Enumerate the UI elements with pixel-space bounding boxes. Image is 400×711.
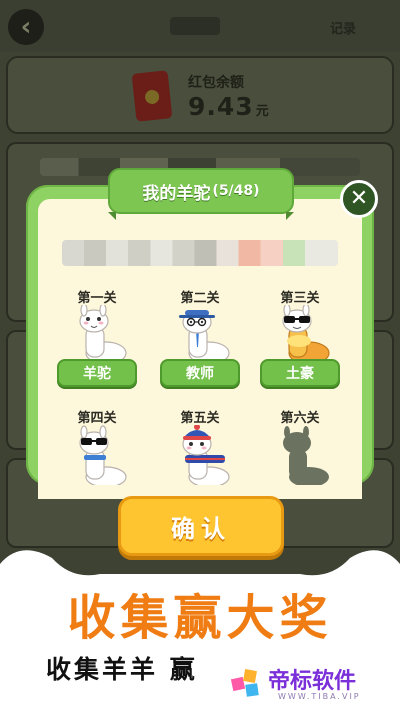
- watermark-name: 帝标软件: [268, 669, 357, 694]
- red-envelope-icon: [131, 70, 173, 122]
- level-button[interactable]: 土豪: [260, 359, 340, 387]
- level-card-1[interactable]: 第一关 羊驼: [52, 287, 142, 397]
- record-link[interactable]: 记录: [330, 18, 356, 37]
- level-card-2[interactable]: 第二关 教师: [155, 287, 245, 397]
- level-name: 第六关: [280, 411, 320, 426]
- watermark-url: WWW.TIBA.VIP: [278, 692, 361, 701]
- balance-label: 红包余额: [188, 75, 244, 91]
- promo-subtitle: 收集羊羊 赢: [46, 655, 198, 684]
- alpaca-rich-icon: [282, 305, 330, 365]
- back-button[interactable]: ‹: [8, 9, 44, 45]
- close-button[interactable]: ✕: [340, 180, 378, 218]
- header-title-redacted: [170, 17, 220, 35]
- modal-title: 我的羊驼 (5/48): [108, 168, 294, 220]
- level-name: 第一关: [77, 291, 117, 306]
- chevron-left-icon: ‹: [20, 12, 32, 42]
- level-name: 第四关: [77, 411, 117, 426]
- balance-value: 9.43 元: [188, 92, 270, 121]
- blurred-info-line: [62, 240, 338, 266]
- balance-unit: 元: [255, 104, 270, 119]
- collection-count: (5/48): [212, 183, 260, 199]
- promo-title: 收集赢大奖: [67, 590, 333, 646]
- watermark: 帝标软件 WWW.TIBA.VIP: [220, 658, 400, 710]
- alpaca-teacher-icon: [179, 310, 230, 365]
- level-name: 第二关: [180, 291, 220, 306]
- app-header: ‹ 记录: [0, 0, 400, 52]
- level-card-3[interactable]: 第三关 土豪: [255, 287, 345, 397]
- alpaca-locked-silhouette-icon: [283, 426, 329, 485]
- level-name: 第五关: [180, 411, 220, 426]
- alpaca-plain-icon: [79, 305, 127, 365]
- balance-amount: 9.43: [188, 92, 254, 121]
- watermark-logo-icon: [230, 669, 259, 697]
- modal-title-text: 我的羊驼: [142, 183, 211, 204]
- close-icon: ✕: [349, 186, 369, 211]
- alpaca-winter-icon: [182, 425, 230, 485]
- level-button[interactable]: 羊驼: [57, 359, 137, 387]
- alpaca-sunglasses-icon: [79, 425, 127, 485]
- level-button[interactable]: 教师: [160, 359, 240, 387]
- balance-card: 红包余额 9.43 元: [6, 56, 394, 134]
- level-name: 第三关: [280, 291, 320, 306]
